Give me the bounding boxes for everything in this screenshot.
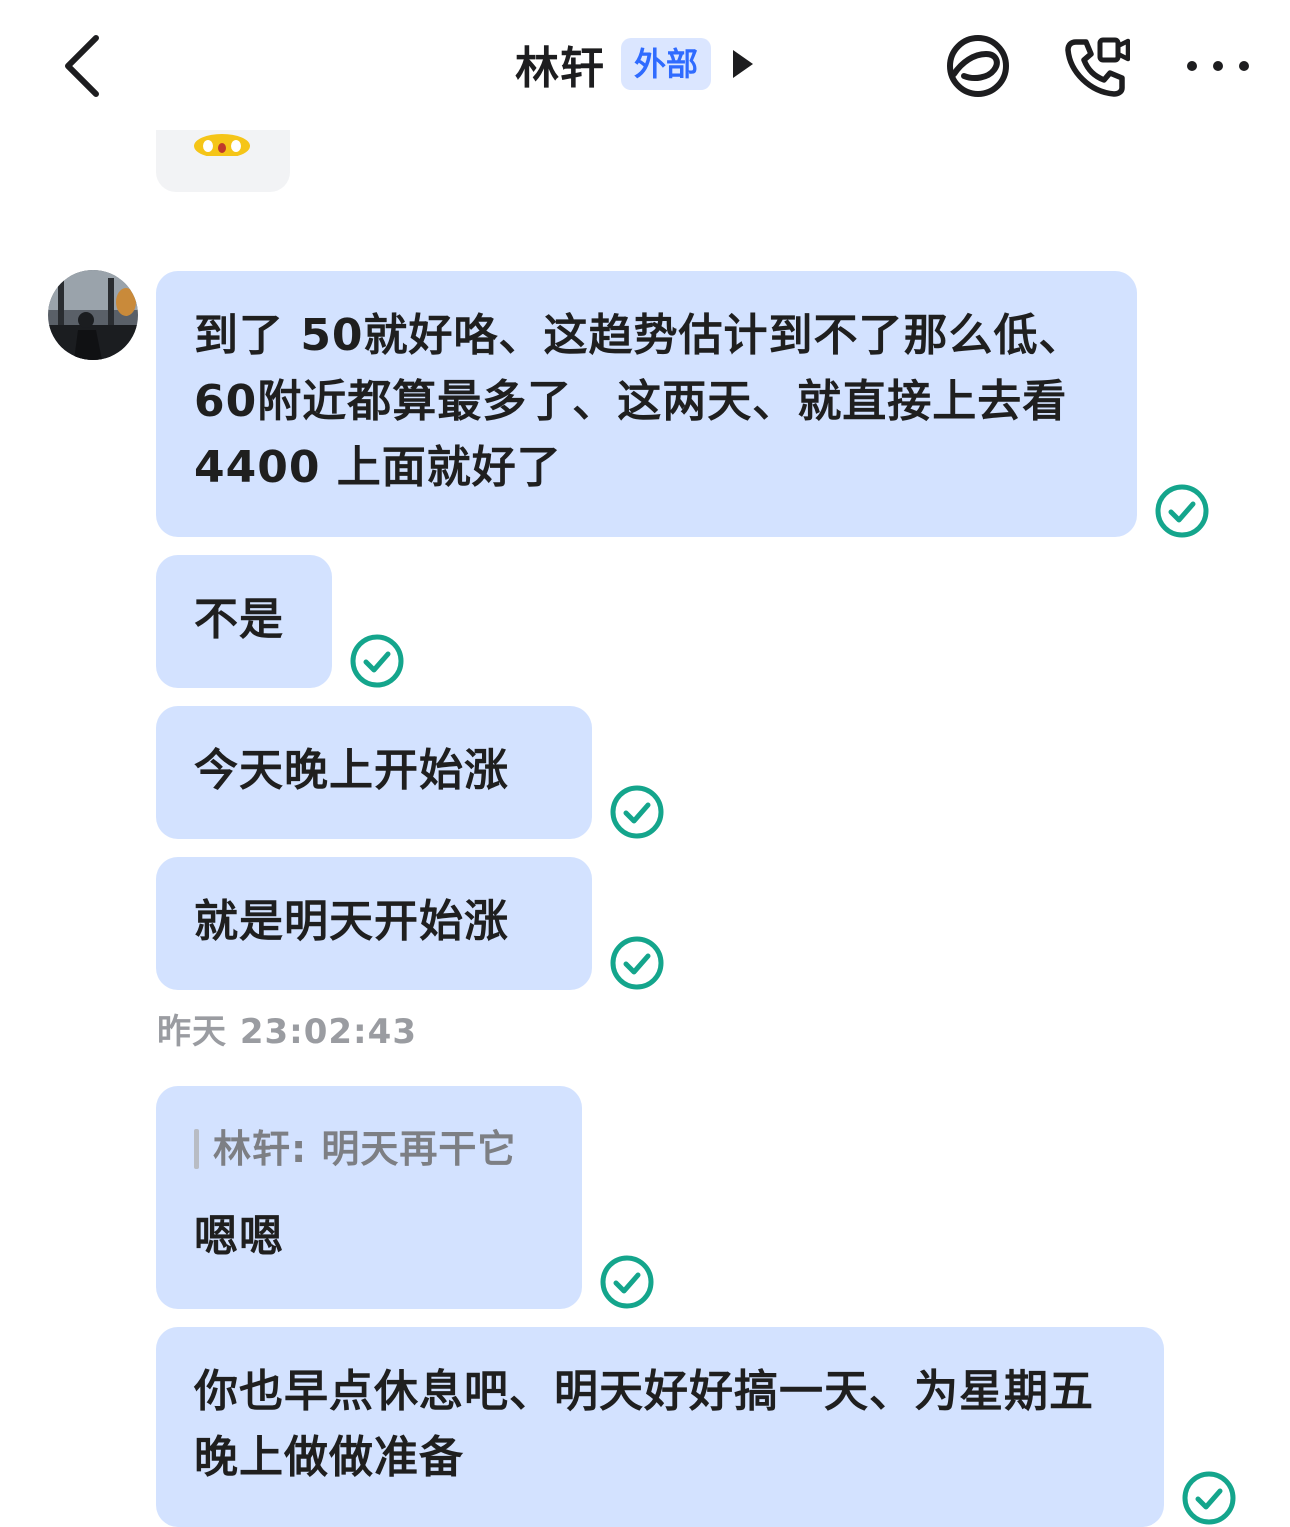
message-text: 嗯嗯 (194, 1211, 284, 1262)
message-bubble[interactable]: 今天晚上开始涨 (156, 706, 592, 839)
chat-title-area[interactable]: 林轩 外部 (515, 34, 754, 94)
message-bubble[interactable]: 到了 50就好咯、这趋势估计到不了那么低、60附近都算最多了、这两天、就直接上去… (156, 271, 1137, 537)
message-text: 今天晚上开始涨 (194, 745, 509, 796)
read-check-icon (610, 785, 664, 839)
message-text: 你也早点休息吧、明天好好搞一天、为星期五晚上做做准备 (194, 1366, 1094, 1483)
message-bubble[interactable]: 你也早点休息吧、明天好好搞一天、为星期五晚上做做准备 (156, 1327, 1164, 1527)
back-button[interactable] (52, 30, 112, 102)
moments-button[interactable] (944, 32, 1012, 100)
message-text: 到了 50就好咯、这趋势估计到不了那么低、60附近都算最多了、这两天、就直接上去… (194, 310, 1084, 493)
read-check-icon (1182, 1471, 1236, 1525)
more-button[interactable] (1184, 32, 1252, 100)
external-badge: 外部 (621, 38, 712, 90)
read-check-icon (1155, 484, 1209, 538)
read-check-icon (600, 1255, 654, 1309)
quote-bar (194, 1129, 199, 1169)
quoted-text: 林轩: 明天再干它 (213, 1127, 517, 1171)
contact-avatar[interactable] (48, 270, 138, 360)
chat-title: 林轩 (515, 43, 605, 94)
chat-header: 林轩 外部 (0, 0, 1290, 130)
message-text: 就是明天开始涨 (194, 896, 509, 947)
message-bubble[interactable]: 不是 (156, 555, 332, 688)
message-text: 不是 (194, 594, 284, 645)
read-check-icon (350, 634, 404, 688)
moments-icon (947, 35, 1009, 97)
back-chevron-icon (65, 35, 99, 97)
call-button[interactable] (1062, 32, 1131, 100)
reply-message-bubble[interactable]: 林轩: 明天再干它 嗯嗯 (156, 1086, 582, 1309)
avatar-photo (48, 270, 138, 360)
title-play-arrow-icon[interactable] (733, 50, 754, 78)
read-check-icon (610, 936, 664, 990)
message-bubble[interactable]: 就是明天开始涨 (156, 857, 592, 990)
voice-video-call-icon (1065, 37, 1131, 97)
emoji-sticker-icon (194, 134, 250, 156)
quoted-message[interactable]: 林轩: 明天再干它 (194, 1124, 546, 1174)
more-dots-icon (1187, 61, 1249, 71)
message-timestamp: 昨天 23:02:43 (157, 1012, 417, 1052)
